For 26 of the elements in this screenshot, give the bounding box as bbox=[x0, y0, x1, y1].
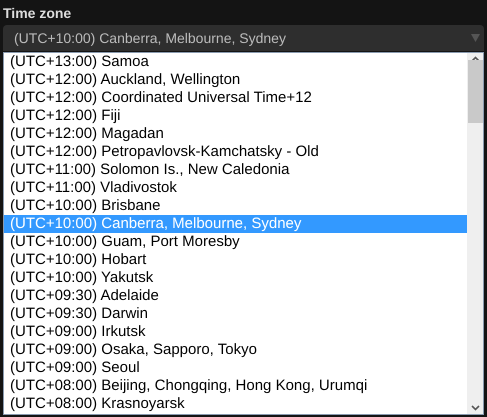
time-zone-option[interactable]: (UTC+09:00) Osaka, Sapporo, Tokyo bbox=[4, 341, 467, 359]
time-zone-option[interactable]: (UTC+10:00) Brisbane bbox=[4, 197, 467, 215]
time-zone-option[interactable]: (UTC+12:00) Petropavlovsk-Kamchatsky - Old bbox=[4, 143, 467, 161]
time-zone-option[interactable]: (UTC+09:30) Darwin bbox=[4, 305, 467, 323]
caret-icon bbox=[471, 34, 480, 42]
scrollbar-thumb[interactable] bbox=[468, 60, 482, 123]
time-zone-option[interactable]: (UTC+12:00) Auckland, Wellington bbox=[4, 71, 467, 89]
time-zone-option[interactable]: (UTC+10:00) Hobart bbox=[4, 251, 467, 269]
time-zone-option[interactable]: (UTC+10:00) Guam, Port Moresby bbox=[4, 233, 467, 251]
time-zone-option[interactable]: (UTC+08:00) Beijing, Chongqing, Hong Kong, Urumqi bbox=[4, 377, 467, 395]
time-zone-option[interactable]: (UTC+12:00) Magadan bbox=[4, 125, 467, 143]
time-zone-option[interactable]: (UTC+09:00) Seoul bbox=[4, 359, 467, 377]
time-zone-option[interactable]: (UTC+11:00) Solomon Is., New Caledonia bbox=[4, 161, 467, 179]
time-zone-option[interactable]: (UTC+09:30) Adelaide bbox=[4, 287, 467, 305]
field-label: Time zone bbox=[3, 4, 72, 23]
time-zone-option[interactable]: (UTC+09:00) Irkutsk bbox=[4, 323, 467, 341]
select-value: (UTC+10:00) Canberra, Melbourne, Sydney bbox=[14, 28, 286, 48]
time-zone-select[interactable]: (UTC+10:00) Canberra, Melbourne, Sydney bbox=[3, 25, 484, 51]
time-zone-option[interactable]: (UTC+10:00) Yakutsk bbox=[4, 269, 467, 287]
scroll-up-icon[interactable] bbox=[470, 56, 480, 62]
time-zone-option[interactable]: (UTC+13:00) Samoa bbox=[4, 53, 467, 71]
time-zone-option[interactable]: (UTC+12:00) Coordinated Universal Time+12 bbox=[4, 89, 467, 107]
time-zone-option[interactable]: (UTC+08:00) Krasnoyarsk bbox=[4, 395, 467, 413]
scroll-down-icon[interactable] bbox=[470, 405, 480, 411]
time-zone-option[interactable]: (UTC+12:00) Fiji bbox=[4, 107, 467, 125]
time-zone-option[interactable]: (UTC+11:00) Vladivostok bbox=[4, 179, 467, 197]
